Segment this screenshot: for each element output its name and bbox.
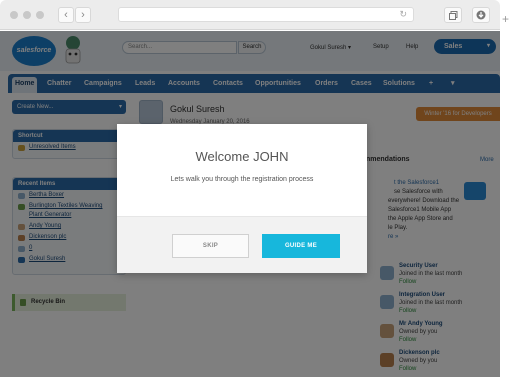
- tabs-button[interactable]: [444, 7, 462, 23]
- welcome-modal: Welcome JOHN Lets walk you through the r…: [117, 124, 367, 273]
- modal-subtitle: Lets walk you through the registration p…: [170, 176, 314, 183]
- skip-button[interactable]: SKIP: [172, 234, 249, 258]
- address-bar[interactable]: ↻: [118, 7, 414, 22]
- tabs-icon: [448, 11, 457, 20]
- forward-arrow-icon: ›: [81, 9, 85, 21]
- reload-icon[interactable]: ↻: [399, 9, 407, 20]
- download-icon: [476, 10, 486, 20]
- download-button[interactable]: [472, 7, 490, 23]
- window-maximize-dot[interactable]: [36, 11, 44, 19]
- modal-footer: SKIP GUIDE ME: [117, 217, 367, 273]
- new-tab-icon[interactable]: +: [502, 12, 509, 26]
- window-minimize-dot[interactable]: [23, 11, 31, 19]
- modal-content: Welcome JOHN Lets walk you through the r…: [117, 124, 367, 217]
- modal-title: Welcome JOHN: [195, 149, 289, 164]
- forward-button[interactable]: ›: [75, 7, 91, 23]
- window-close-dot[interactable]: [10, 11, 18, 19]
- browser-toolbar: ‹ › ↻: [0, 0, 500, 30]
- back-arrow-icon: ‹: [64, 9, 68, 21]
- guide-me-button[interactable]: GUIDE ME: [262, 234, 340, 258]
- back-button[interactable]: ‹: [58, 7, 74, 23]
